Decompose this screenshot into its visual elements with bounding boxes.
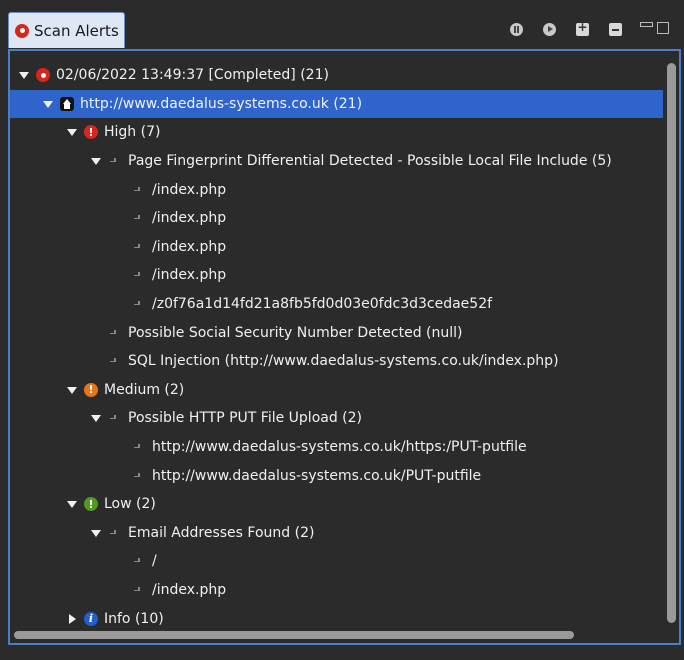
scan-alerts-icon — [15, 23, 29, 38]
alerts-panel: 02/06/2022 13:49:37 [Completed] (21) http… — [8, 49, 681, 645]
leaf-icon — [134, 271, 142, 279]
leaf-icon — [134, 557, 142, 565]
tree-node[interactable]: Possible HTTP PUT File Upload (2) — [10, 404, 663, 433]
tree-node[interactable]: Possible Social Security Number Detected… — [10, 318, 663, 347]
tree-node-label: /index.php — [152, 181, 227, 198]
maximize-icon[interactable] — [657, 22, 669, 34]
collapse-arrow-icon[interactable] — [18, 69, 30, 81]
tree-node-label: http://www.daedalus-systems.co.uk/PUT-pu… — [152, 467, 482, 484]
collapse-arrow-icon[interactable] — [90, 527, 102, 539]
leaf-icon — [110, 414, 118, 422]
tree-node-label: Page Fingerprint Differential Detected -… — [128, 153, 612, 170]
collapse-all-icon[interactable] — [609, 23, 622, 36]
tree-node-label: Info (10) — [104, 610, 164, 627]
leaf-icon — [134, 186, 142, 194]
collapse-arrow-icon[interactable] — [66, 498, 78, 510]
tree-node-label: /z0f76a1d14fd21a8fb5fd0d03e0fdc3d3cedae5… — [152, 296, 493, 313]
alerts-tree: 02/06/2022 13:49:37 [Completed] (21) http… — [10, 61, 663, 633]
tree-node[interactable]: ! Low (2) — [10, 490, 663, 519]
tree-node[interactable]: / — [10, 547, 663, 576]
view-tab-bar: Scan Alerts — [0, 0, 684, 50]
tree-node[interactable]: Email Addresses Found (2) — [10, 519, 663, 548]
expand-arrow-icon[interactable] — [66, 613, 78, 625]
tree-node[interactable]: /index.php — [10, 204, 663, 233]
info-icon: i — [84, 611, 98, 626]
tree-node[interactable]: http://www.daedalus-systems.co.uk/PUT-pu… — [10, 461, 663, 490]
leaf-icon — [134, 214, 142, 222]
medium-risk-icon: ! — [84, 382, 98, 397]
high-risk-icon: ! — [84, 125, 98, 140]
tree-node[interactable]: /z0f76a1d14fd21a8fb5fd0d03e0fdc3d3cedae5… — [10, 290, 663, 319]
tree-node-label: Possible Social Security Number Detected… — [128, 324, 463, 341]
tree-node-label: 02/06/2022 13:49:37 [Completed] (21) — [56, 67, 329, 84]
expand-all-icon[interactable] — [576, 20, 589, 36]
tree-node[interactable]: i Info (10) — [10, 604, 663, 633]
tree-node-label: High (7) — [104, 124, 161, 141]
tree-node[interactable]: http://www.daedalus-systems.co.uk (21) — [10, 89, 663, 119]
site-icon — [60, 96, 74, 111]
tree-node-label: /index.php — [152, 210, 227, 227]
tree-node[interactable]: Page Fingerprint Differential Detected -… — [10, 147, 663, 176]
tree-node-label: Possible HTTP PUT File Upload (2) — [128, 410, 363, 427]
collapse-arrow-icon[interactable] — [66, 384, 78, 396]
leaf-icon — [110, 357, 118, 365]
leaf-icon — [134, 586, 142, 594]
tree-node-label: http://www.daedalus-systems.co.uk/https:… — [152, 439, 527, 456]
tree-node-label: /index.php — [152, 581, 227, 598]
resume-icon[interactable] — [543, 23, 556, 36]
tab-scan-alerts[interactable]: Scan Alerts — [8, 12, 125, 48]
leaf-icon — [134, 443, 142, 451]
leaf-icon — [134, 300, 142, 308]
collapse-arrow-icon[interactable] — [42, 98, 54, 110]
tree-node[interactable]: /index.php — [10, 175, 663, 204]
tree-node[interactable]: ! Medium (2) — [10, 376, 663, 405]
collapse-arrow-icon[interactable] — [90, 155, 102, 167]
tree-node-label: Low (2) — [104, 496, 156, 513]
tree-node-label: SQL Injection (http://www.daedalus-syste… — [128, 353, 559, 370]
view-toolbar — [510, 20, 622, 36]
leaf-icon — [110, 329, 118, 337]
tree-node-label: http://www.daedalus-systems.co.uk (21) — [80, 95, 363, 112]
vertical-scrollbar[interactable] — [667, 63, 676, 623]
tree-node-label: Medium (2) — [104, 381, 185, 398]
tree-node[interactable]: http://www.daedalus-systems.co.uk/https:… — [10, 433, 663, 462]
tree-node-label: /index.php — [152, 238, 227, 255]
tree-node[interactable]: /index.php — [10, 261, 663, 290]
view-window-controls — [640, 22, 669, 34]
pause-icon[interactable] — [510, 23, 523, 36]
tree-node-label: Email Addresses Found (2) — [128, 524, 315, 541]
leaf-icon — [110, 529, 118, 537]
leaf-icon — [134, 243, 142, 251]
tree-node[interactable]: SQL Injection (http://www.daedalus-syste… — [10, 347, 663, 376]
low-risk-icon: ! — [84, 497, 98, 512]
tree-node[interactable]: 02/06/2022 13:49:37 [Completed] (21) — [10, 61, 663, 90]
tree-node[interactable]: /index.php — [10, 576, 663, 605]
leaf-icon — [110, 157, 118, 165]
tree-node-label: /index.php — [152, 267, 227, 284]
tree-node[interactable]: ! High (7) — [10, 118, 663, 147]
tree-node-label: / — [152, 553, 157, 570]
minimize-icon[interactable] — [640, 22, 653, 27]
tree-node[interactable]: /index.php — [10, 233, 663, 262]
tab-label: Scan Alerts — [34, 21, 119, 40]
horizontal-scrollbar[interactable] — [14, 631, 574, 639]
collapse-arrow-icon[interactable] — [90, 412, 102, 424]
leaf-icon — [134, 472, 142, 480]
scan-icon — [36, 68, 50, 83]
collapse-arrow-icon[interactable] — [66, 126, 78, 138]
